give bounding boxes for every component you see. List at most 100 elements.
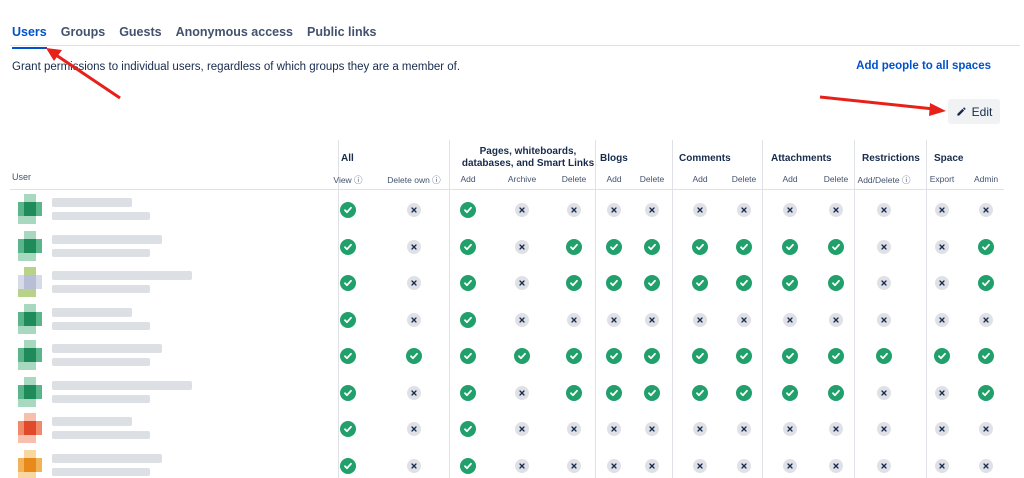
cross-icon — [567, 203, 581, 217]
cross-icon — [607, 203, 621, 217]
check-icon — [828, 384, 844, 401]
sub-column-header: Admin — [973, 174, 999, 184]
user-avatar — [18, 194, 42, 226]
cross-icon — [645, 422, 659, 436]
page-description: Grant permissions to individual users, r… — [12, 61, 461, 73]
check-icon — [978, 384, 994, 401]
cross-icon — [407, 276, 421, 290]
cross-icon — [979, 458, 993, 473]
group-header: Comments — [679, 153, 731, 164]
cross-icon — [407, 458, 421, 473]
check-icon — [782, 275, 798, 291]
cross-icon — [935, 239, 949, 254]
check-icon — [692, 275, 708, 291]
cross-icon — [783, 312, 797, 327]
cross-icon — [783, 203, 797, 217]
group-header: Blogs — [600, 153, 628, 164]
cross-icon — [693, 203, 707, 217]
cross-icon — [783, 422, 797, 436]
user-name-redacted — [52, 234, 162, 244]
group-header: Space — [934, 153, 964, 164]
group-header: Restrictions — [862, 153, 920, 164]
cross-icon — [877, 276, 891, 290]
user-avatar — [18, 449, 42, 478]
check-icon — [644, 238, 660, 255]
check-icon — [606, 348, 622, 364]
cross-icon — [979, 422, 993, 436]
user-name-redacted — [52, 271, 192, 280]
cross-icon — [407, 239, 421, 254]
pencil-icon — [957, 107, 966, 116]
cross-icon — [645, 458, 659, 473]
cross-icon — [607, 312, 621, 327]
check-icon — [340, 238, 356, 255]
edit-label: Edit — [971, 104, 993, 119]
check-icon — [566, 275, 582, 291]
cross-icon — [567, 422, 581, 436]
add-people-link[interactable]: Add people to all spaces — [856, 60, 991, 72]
check-icon — [782, 238, 798, 255]
cross-icon — [567, 458, 581, 473]
table-row — [10, 338, 1004, 374]
cross-icon — [829, 422, 843, 436]
check-icon — [340, 275, 356, 291]
user-email-redacted — [52, 212, 150, 220]
user-email-redacted — [52, 394, 150, 403]
check-icon — [828, 348, 844, 364]
user-email-redacted — [52, 431, 150, 439]
cross-icon — [515, 385, 529, 400]
cross-icon — [829, 312, 843, 327]
user-avatar — [18, 340, 42, 372]
table-row — [10, 411, 1004, 447]
edit-button[interactable]: Edit — [948, 99, 1000, 124]
user-name-redacted — [52, 380, 192, 390]
cross-icon — [877, 422, 891, 436]
cross-icon — [979, 312, 993, 327]
cross-icon — [877, 203, 891, 217]
cross-icon — [737, 203, 751, 217]
check-icon — [644, 348, 660, 364]
user-email-redacted — [52, 285, 150, 293]
cross-icon — [645, 203, 659, 217]
table-row — [10, 265, 1004, 301]
cross-icon — [935, 312, 949, 327]
user-email-redacted — [52, 358, 150, 366]
user-email-redacted — [52, 321, 150, 330]
cross-icon — [877, 458, 891, 473]
user-name-redacted — [52, 417, 132, 426]
check-icon — [460, 238, 476, 255]
check-icon — [978, 348, 994, 364]
user-name-redacted — [52, 307, 132, 317]
cross-icon — [737, 458, 751, 473]
check-icon — [566, 348, 582, 364]
cross-icon — [515, 276, 529, 290]
check-icon — [566, 238, 582, 255]
cross-icon — [829, 203, 843, 217]
cross-icon — [407, 203, 421, 217]
check-icon — [460, 202, 476, 218]
check-icon — [460, 348, 476, 364]
check-icon — [736, 384, 752, 401]
cross-icon — [935, 385, 949, 400]
check-icon — [460, 311, 476, 328]
check-icon — [736, 275, 752, 291]
cross-icon — [877, 239, 891, 254]
cross-icon — [515, 312, 529, 327]
check-icon — [782, 384, 798, 401]
check-icon — [978, 275, 994, 291]
check-icon — [340, 202, 356, 218]
check-icon — [340, 421, 356, 437]
cross-icon — [935, 203, 949, 217]
check-icon — [978, 238, 994, 255]
group-header: All — [341, 153, 354, 164]
check-icon — [340, 384, 356, 401]
cross-icon — [935, 276, 949, 290]
check-icon — [828, 275, 844, 291]
table-row — [10, 448, 1004, 478]
cross-icon — [515, 203, 529, 217]
check-icon — [460, 457, 476, 474]
cross-icon — [607, 458, 621, 473]
check-icon — [460, 421, 476, 437]
cross-icon — [567, 312, 581, 327]
cross-icon — [515, 239, 529, 254]
